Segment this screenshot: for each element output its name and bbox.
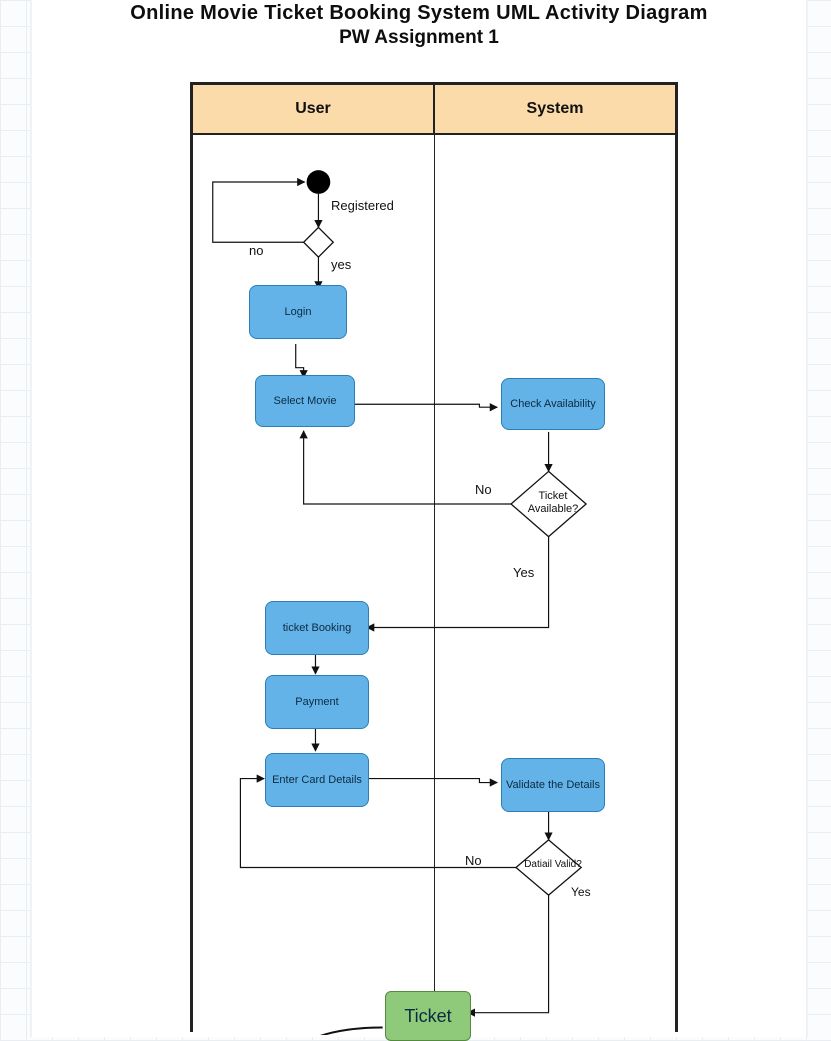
label-registered: Registered [331, 198, 394, 213]
lane-header-system: System [434, 85, 675, 135]
label-no-registered: no [249, 243, 263, 258]
activity-ticket[interactable]: Ticket [385, 991, 471, 1041]
lane-header-row: User System [193, 85, 675, 135]
label-yes-avail: Yes [513, 565, 534, 580]
flowchart-svg [193, 135, 675, 1035]
activity-enter-card[interactable]: Enter Card Details [265, 753, 369, 807]
label-yes-registered: yes [331, 257, 351, 272]
activity-payment[interactable]: Payment [265, 675, 369, 729]
canvas-panel: Online Movie Ticket Booking System UML A… [30, 0, 808, 1037]
diagram-title: Online Movie Ticket Booking System UML A… [32, 2, 806, 25]
decision-label-ticket: Ticket Available? [518, 490, 588, 516]
decision-registered [304, 227, 334, 257]
label-yes-valid: Yes [571, 885, 591, 899]
activity-select-movie[interactable]: Select Movie [255, 375, 355, 427]
start-node [307, 170, 331, 194]
activity-login[interactable]: Login [249, 285, 347, 339]
activity-validate[interactable]: Validate the Details [501, 758, 605, 812]
label-no-valid: No [465, 853, 482, 868]
label-no-avail: No [475, 482, 492, 497]
activity-check-availability[interactable]: Check Availability [501, 378, 605, 430]
activity-ticket-booking[interactable]: ticket Booking [265, 601, 369, 655]
decision-label-valid: Datiail Valid? [518, 859, 588, 871]
diagram-subtitle: PW Assignment 1 [32, 27, 806, 49]
swimlane-container: User System [190, 82, 678, 1032]
lane-header-user: User [193, 85, 434, 135]
